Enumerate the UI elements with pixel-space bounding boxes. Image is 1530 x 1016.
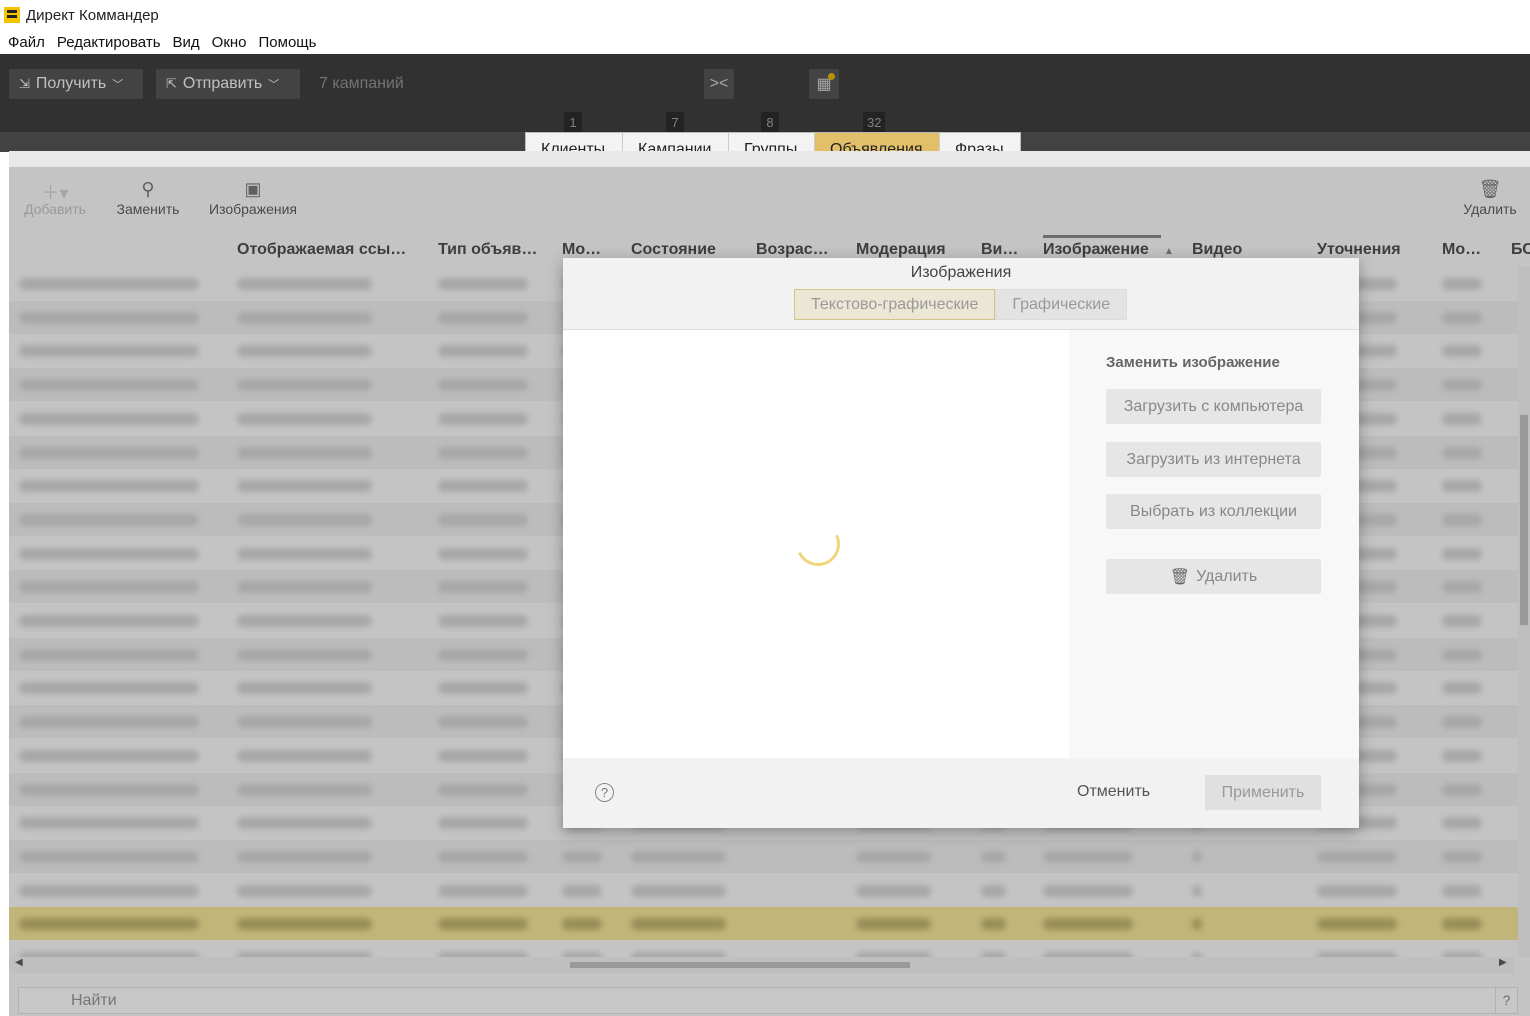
apply-button-label: Применить (1221, 783, 1305, 801)
tab-graphic[interactable]: Графические (995, 289, 1128, 320)
images-dialog: Изображения Текстово-графические Графиче… (563, 258, 1359, 828)
dialog-title: Изображения (910, 264, 1012, 281)
delete-image-button[interactable]: 🗑 Удалить (1106, 559, 1321, 594)
dialog-header: Изображения Текстово-графические Графиче… (563, 258, 1359, 330)
choose-from-collection-label: Выбрать из коллекции (1130, 502, 1297, 520)
apply-button[interactable]: Применить (1205, 775, 1321, 810)
upload-from-internet-button[interactable]: Загрузить из интернета (1106, 442, 1321, 477)
upload-from-computer-label: Загрузить с компьютера (1123, 397, 1304, 415)
dialog-footer: ? Отменить Применить (563, 758, 1359, 828)
loading-spinner-icon (789, 515, 847, 573)
delete-image-label: Удалить (1196, 567, 1258, 585)
replace-image-title: Заменить изображение (1106, 354, 1280, 371)
upload-from-internet-label: Загрузить из интернета (1126, 450, 1301, 468)
image-type-switch: Текстово-графические Графические (794, 289, 1128, 320)
choose-from-collection-button[interactable]: Выбрать из коллекции (1106, 494, 1321, 529)
replace-image-panel: Заменить изображение Загрузить с компьют… (1069, 330, 1359, 758)
upload-from-computer-button[interactable]: Загрузить с компьютера (1106, 389, 1321, 424)
cancel-button[interactable]: Отменить (1077, 783, 1150, 801)
tab-text-graphic[interactable]: Текстово-графические (794, 289, 996, 320)
backdrop-top (0, 54, 1530, 132)
trash-icon: 🗑 (1169, 568, 1191, 586)
help-icon[interactable]: ? (595, 783, 614, 802)
image-preview-area (563, 330, 1069, 758)
